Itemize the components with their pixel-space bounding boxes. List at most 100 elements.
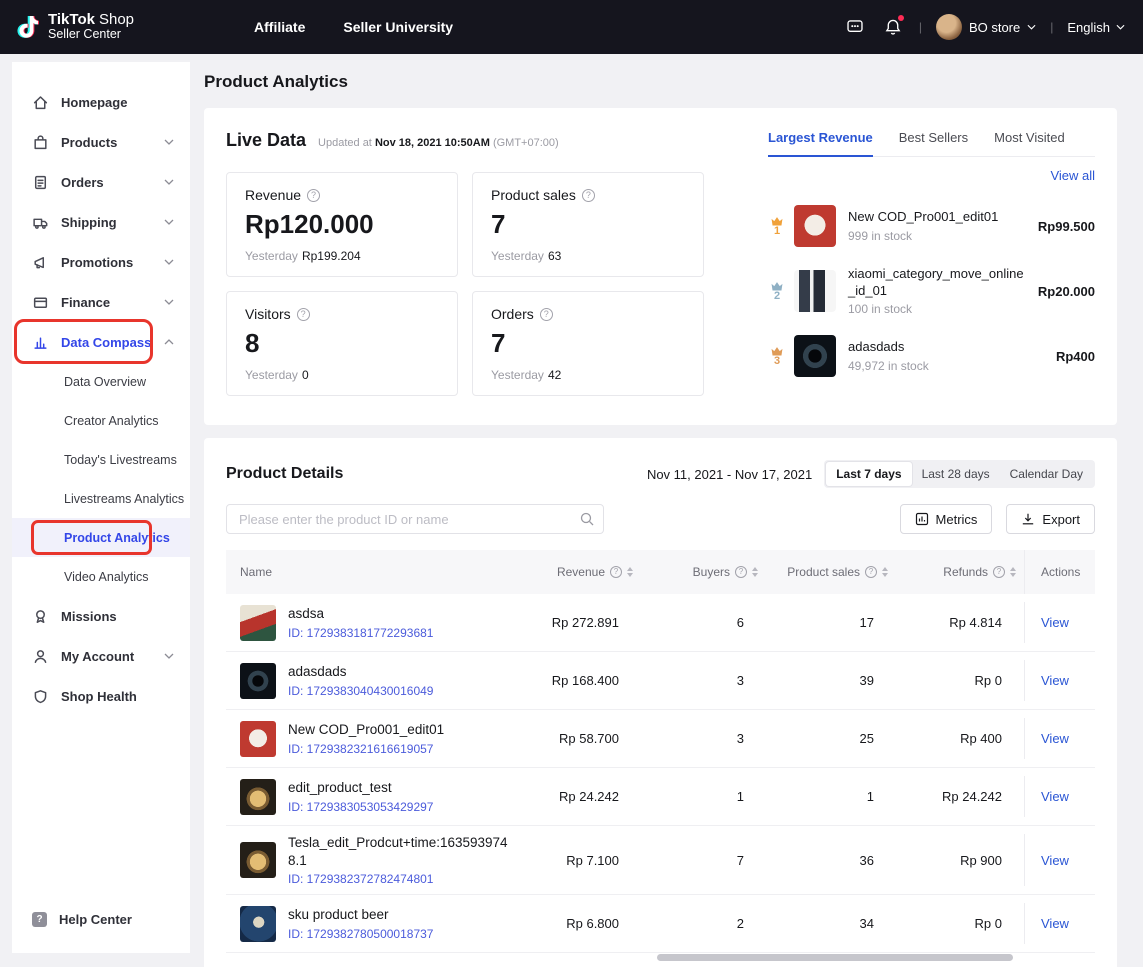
sidebar-subitem-data-overview[interactable]: Data Overview [12,362,190,401]
search-input[interactable] [226,504,604,534]
horizontal-scrollbar-thumb[interactable] [657,954,1013,961]
info-icon[interactable]: ? [735,566,747,578]
metric-tile-visitors[interactable]: Visitors? 8 Yesterday0 [226,291,458,396]
sidebar-item-label: Missions [61,609,117,624]
tiktok-shop-logo[interactable]: TikTokShop Seller Center [18,12,134,42]
sidebar-subitem-creator-analytics[interactable]: Creator Analytics [12,401,190,440]
sidebar-subitem-product-analytics[interactable]: Product Analytics [12,518,190,557]
product-table: Name Revenue? Buyers? Product sales? Ref… [226,550,1095,953]
view-link[interactable]: View [1041,853,1069,868]
tab-best-sellers[interactable]: Best Sellers [899,130,968,157]
header-buyers[interactable]: Buyers? [693,565,758,579]
metric-value: 7 [491,328,685,358]
sidebar-item-homepage[interactable]: Homepage [12,82,190,122]
crown-rank-1-icon: 1 [768,216,786,237]
question-icon[interactable]: ? [307,189,320,202]
range-last-7-days-button[interactable]: Last 7 days [826,462,911,486]
table-row: Tesla_edit_Prodcut+time:1635939748.1ID: … [226,826,1095,895]
question-icon[interactable]: ? [540,308,553,321]
metric-value: 7 [491,209,685,239]
view-link[interactable]: View [1041,615,1069,630]
metrics-button-label: Metrics [936,512,978,527]
header-product-sales[interactable]: Product sales? [787,565,888,579]
help-icon: ? [32,912,47,927]
sidebar-item-data-compass[interactable]: Data Compass [12,322,190,362]
sidebar-item-shop-health[interactable]: Shop Health [12,676,190,716]
tab-most-visited[interactable]: Most Visited [994,130,1065,157]
metric-value: 8 [245,328,439,358]
sidebar-subitem-livestreams-analytics[interactable]: Livestreams Analytics [12,479,190,518]
sidebar-item-promotions[interactable]: Promotions [12,242,190,282]
header-name: Name [226,565,526,579]
nav-link-affiliate[interactable]: Affiliate [254,19,305,35]
logo-text: TikTokShop Seller Center [48,12,134,42]
metrics-button[interactable]: Metrics [900,504,993,534]
chat-icon[interactable] [843,15,867,39]
cell-product-sales: 17 [766,615,896,630]
view-link[interactable]: View [1041,916,1069,931]
metric-tile-product-sales[interactable]: Product sales? 7 Yesterday63 [472,172,704,277]
sidebar-item-help-center[interactable]: ? Help Center [12,899,190,939]
sort-icon[interactable] [627,567,633,577]
sort-icon[interactable] [1010,567,1016,577]
ranking-item[interactable]: 2 xiaomi_category_move_online_id_01 100 … [768,263,1095,319]
promotions-icon [32,254,49,271]
question-icon[interactable]: ? [582,189,595,202]
sidebar-item-shipping[interactable]: Shipping [12,202,190,242]
chevron-down-icon [164,179,174,185]
sidebar-subitem-todays-livestreams[interactable]: Today's Livestreams [12,440,190,479]
sidebar-item-finance[interactable]: Finance [12,282,190,322]
top-navbar: TikTokShop Seller Center Affiliate Selle… [0,0,1143,54]
view-link[interactable]: View [1041,731,1069,746]
store-account-menu[interactable]: BO store [936,14,1036,40]
product-id: ID: 1729382780500018737 [288,927,433,941]
range-calendar-day-button[interactable]: Calendar Day [1000,462,1093,486]
sort-icon[interactable] [882,567,888,577]
nav-link-seller-university[interactable]: Seller University [343,19,453,35]
product-id: ID: 1729382321616619057 [288,742,444,756]
ranking-item[interactable]: 3 adasdads 49,972 in stock Rp400 [768,328,1095,384]
search-icon[interactable] [580,512,594,531]
notification-bell-icon[interactable] [881,15,905,39]
product-name: sku product beer [288,906,433,924]
view-link[interactable]: View [1041,789,1069,804]
sidebar-item-products[interactable]: Products [12,122,190,162]
info-icon[interactable]: ? [865,566,877,578]
top-products-panel: Largest Revenue Best Sellers Most Visite… [768,130,1095,403]
ranking-product-amount: Rp400 [1056,349,1095,364]
product-id: ID: 1729383053053429297 [288,800,433,814]
header-refunds[interactable]: Refunds? [943,565,1016,579]
store-name: BO store [969,20,1020,35]
sort-icon[interactable] [752,567,758,577]
metric-tile-orders[interactable]: Orders? 7 Yesterday42 [472,291,704,396]
product-id: ID: 1729383040430016049 [288,684,433,698]
sidebar-item-orders[interactable]: Orders [12,162,190,202]
sidebar-item-my-account[interactable]: My Account [12,636,190,676]
cell-buyers: 1 [641,789,766,804]
shop-health-icon [32,688,49,705]
range-last-28-days-button[interactable]: Last 28 days [912,462,1000,486]
view-all-link[interactable]: View all [1050,168,1095,183]
table-header-row: Name Revenue? Buyers? Product sales? Ref… [226,550,1095,594]
crown-rank-2-icon: 2 [768,281,786,302]
language-selector[interactable]: English [1067,20,1125,35]
help-center-label: Help Center [59,912,132,927]
view-link[interactable]: View [1041,673,1069,688]
ranking-item[interactable]: 1 New COD_Pro001_edit01 999 in stock Rp9… [768,198,1095,254]
metric-tile-revenue[interactable]: Revenue? Rp120.000 YesterdayRp199.204 [226,172,458,277]
tab-largest-revenue[interactable]: Largest Revenue [768,130,873,157]
header-revenue[interactable]: Revenue? [557,565,633,579]
brand-shop: Shop [99,11,134,28]
info-icon[interactable]: ? [993,566,1005,578]
ranking-product-amount: Rp99.500 [1038,219,1095,234]
cell-buyers: 3 [641,673,766,688]
home-icon [32,94,49,111]
info-icon[interactable]: ? [610,566,622,578]
sidebar-item-missions[interactable]: Missions [12,596,190,636]
ranking-list: 1 New COD_Pro001_edit01 999 in stock Rp9… [768,189,1095,384]
export-button[interactable]: Export [1006,504,1095,534]
sidebar-subitem-video-analytics[interactable]: Video Analytics [12,557,190,596]
product-image [240,906,276,942]
question-icon[interactable]: ? [297,308,310,321]
yesterday-label: Yesterday [491,368,544,382]
